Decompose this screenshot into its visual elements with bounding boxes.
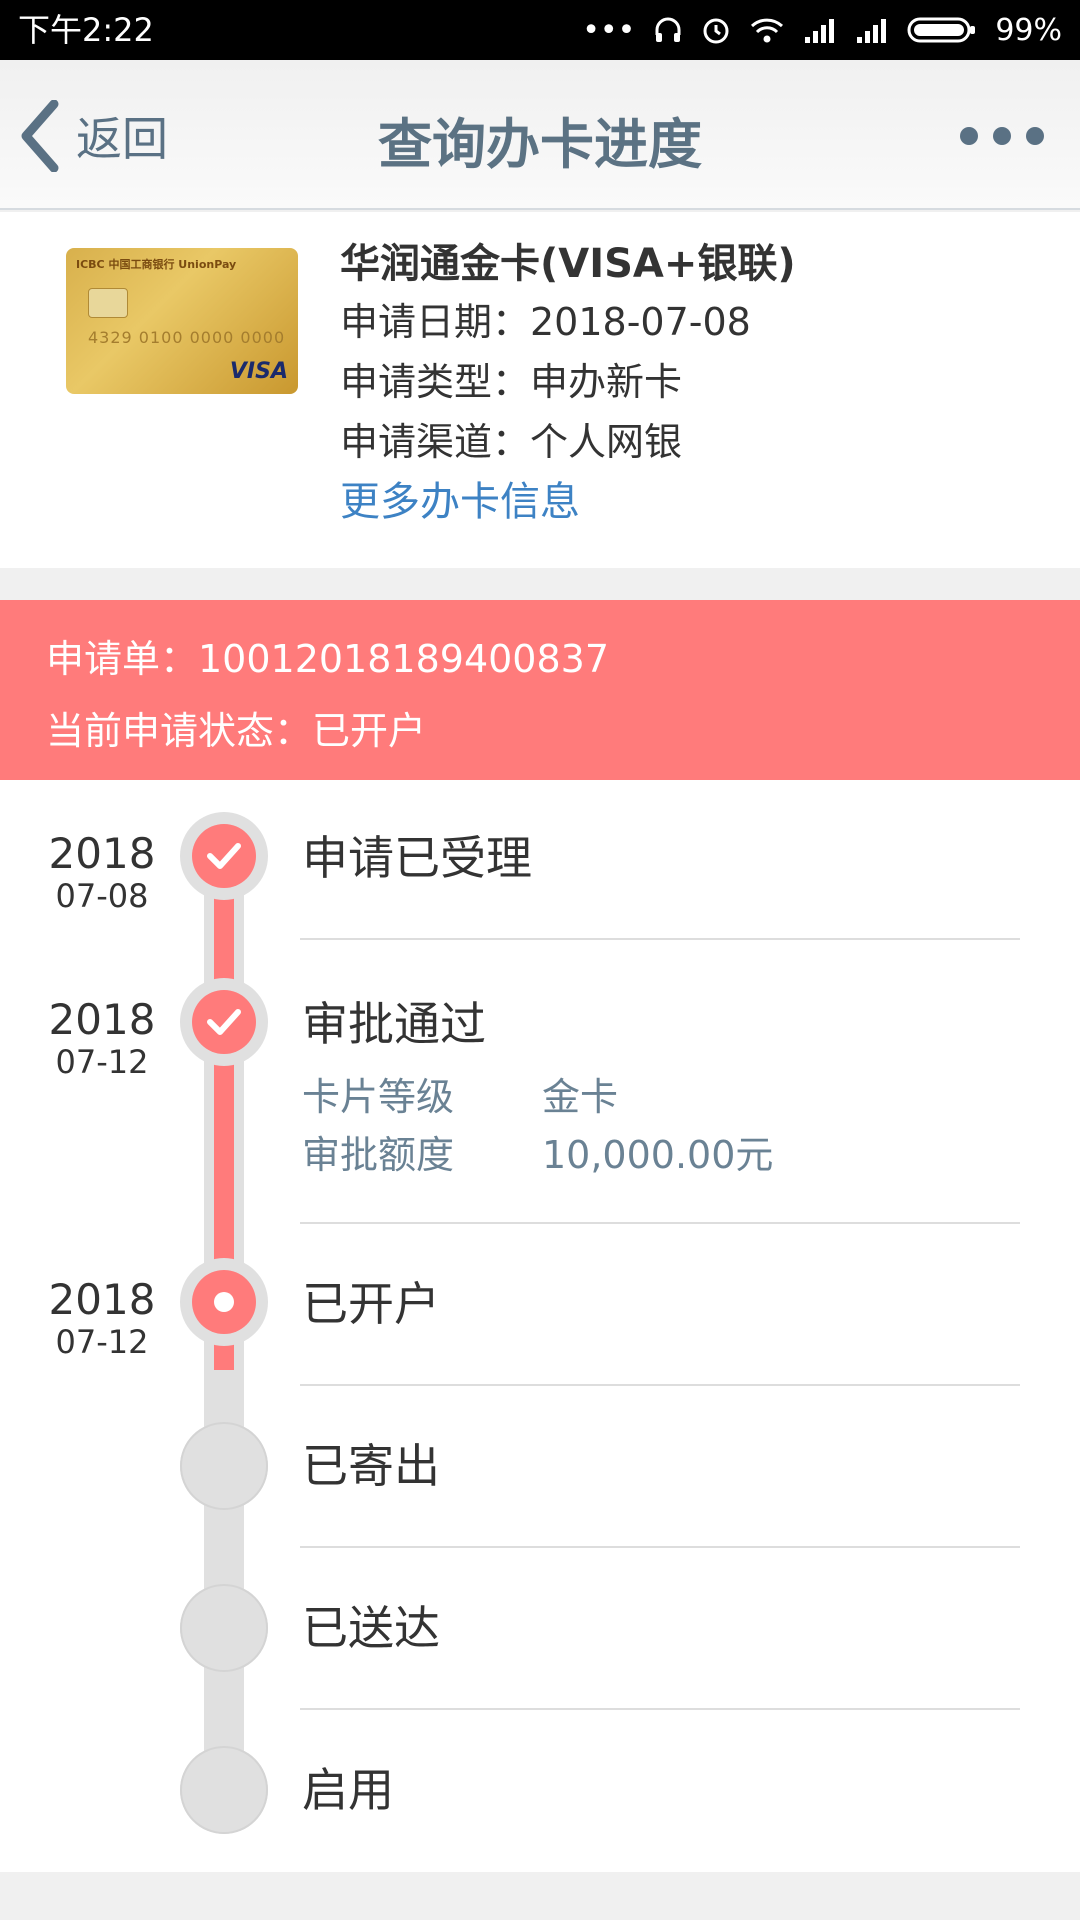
check-icon [207,843,241,869]
apply-channel: 申请渠道：个人网银 [340,420,683,464]
signal-icon-1 [805,19,835,43]
wifi-icon [751,18,784,43]
status-icons: ••• 99% [582,8,1062,52]
step-current-marker [180,1258,268,1346]
step-label: 审批通过 [302,997,486,1051]
step-pending-marker [180,1584,268,1672]
step-year: 2018 [48,995,156,1044]
step-done-marker [180,978,268,1066]
battery-icon [907,17,976,43]
apply-date: 申请日期：2018-07-08 [340,300,751,344]
status-time: 下午2:22 [18,11,154,49]
step-pending-marker [180,1746,268,1834]
step-label: 已送达 [302,1601,440,1655]
card-image-bank-text: ICBC 中国工商银行 UnionPay [76,258,237,271]
more-dot-icon [993,127,1011,145]
progress-timeline: 2018 07-08 申请已受理 2018 07-12 审批通过 卡片等级 金卡 … [0,780,1080,1872]
check-icon [207,1009,241,1035]
credit-card-image: ICBC 中国工商银行 UnionPay 4329 0100 0000 0000… [66,248,298,394]
divider [300,938,1020,940]
current-dot-icon [214,1292,234,1312]
more-notifications-icon: ••• [582,12,636,48]
nav-header: 返回 查询办卡进度 [0,60,1080,210]
detail-key: 卡片等级 [302,1075,455,1119]
visa-logo: VISA [229,359,288,384]
application-number: 申请单：10012018189400837 [46,637,610,681]
divider [300,1546,1020,1548]
card-info-section: ICBC 中国工商银行 UnionPay 4329 0100 0000 0000… [0,212,1080,568]
divider [300,1708,1020,1710]
card-level-row: 卡片等级 金卡 [302,1066,618,1121]
detail-value: 金卡 [542,1075,619,1119]
page-title: 查询办卡进度 [378,113,702,176]
apply-type: 申请类型：申办新卡 [340,360,683,404]
card-name: 华润通金卡(VISA+银联) [340,241,796,287]
detail-key: 审批额度 [302,1133,455,1177]
more-options-button[interactable] [960,116,1044,156]
step-label: 已寄出 [302,1439,440,1493]
more-dot-icon [1026,127,1044,145]
alarm-icon [703,18,729,44]
step-date: 2018 07-08 [40,829,164,915]
detail-value: 10,000.00元 [542,1133,774,1177]
step-label: 申请已受理 [302,831,532,885]
headphones-icon [655,17,681,42]
step-month-day: 07-12 [55,1323,149,1361]
step-year: 2018 [48,829,156,878]
step-month-day: 07-12 [55,1043,149,1081]
step-label: 已开户 [302,1277,440,1331]
card-chip-icon [88,288,128,318]
step-done-marker [180,812,268,900]
more-card-info-link[interactable]: 更多办卡信息 [340,472,796,532]
status-bar: 下午2:22 ••• 99% [0,0,1080,60]
step-date: 2018 07-12 [40,995,164,1081]
step-year: 2018 [48,1275,156,1324]
credit-limit-row: 审批额度 10,000.00元 [302,1124,773,1179]
card-details: 华润通金卡(VISA+银联) 申请日期：2018-07-08 申请类型：申办新卡… [340,236,796,532]
step-month-day: 07-08 [55,877,149,915]
step-pending-marker [180,1422,268,1510]
battery-percent: 99% [995,12,1062,48]
step-date: 2018 07-12 [40,1275,164,1361]
card-image-number: 4329 0100 0000 0000 [88,328,286,347]
more-dot-icon [960,127,978,145]
divider [300,1384,1020,1386]
step-label: 启用 [302,1763,394,1817]
current-status: 当前申请状态：已开户 [46,709,427,753]
divider [300,1222,1020,1224]
signal-icon-2 [857,19,887,43]
application-status-banner: 申请单：10012018189400837 当前申请状态：已开户 [0,600,1080,780]
